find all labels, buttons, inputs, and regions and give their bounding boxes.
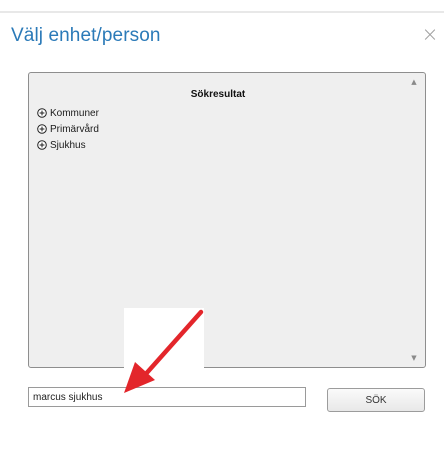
top-divider (0, 11, 444, 13)
search-input[interactable] (28, 387, 306, 407)
tree-item-primarvard[interactable]: Primärvård (37, 121, 99, 137)
results-heading: Sökresultat (190, 89, 246, 100)
plus-circle-icon[interactable] (37, 140, 47, 150)
plus-circle-icon[interactable] (37, 124, 47, 134)
results-tree: Kommuner Primärvård Sjukhus (37, 105, 99, 153)
search-results-panel[interactable]: Sökresultat Kommuner Primärvård Sjukhus … (28, 72, 426, 368)
tree-item-label: Kommuner (50, 107, 99, 119)
dialog-title: Välj enhet/person (11, 25, 161, 46)
tree-item-label: Sjukhus (50, 139, 86, 151)
tree-item-kommuner[interactable]: Kommuner (37, 105, 99, 121)
close-icon[interactable]: × (420, 24, 440, 44)
dialog: Välj enhet/person × Sökresultat Kommuner… (0, 0, 444, 464)
search-button[interactable]: SÖK (327, 388, 425, 412)
scroll-up-arrow-icon[interactable]: ▲ (408, 77, 420, 87)
scroll-down-arrow-icon[interactable]: ▼ (408, 353, 420, 363)
plus-circle-icon[interactable] (37, 108, 47, 118)
annotation-highlight-box (124, 308, 204, 388)
tree-item-sjukhus[interactable]: Sjukhus (37, 137, 99, 153)
tree-item-label: Primärvård (50, 123, 99, 135)
